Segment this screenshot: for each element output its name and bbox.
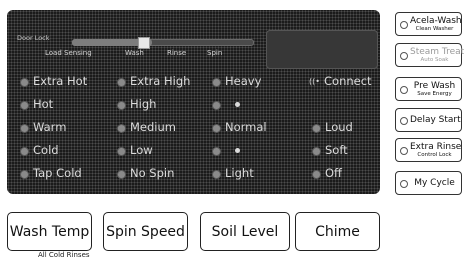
led-icon — [400, 52, 408, 60]
led-icon — [212, 170, 221, 179]
option-low: Low — [130, 143, 153, 157]
option-normal: Normal — [225, 120, 267, 134]
acela-wash-button[interactable]: Acela-Wash Clean Washer — [395, 12, 462, 36]
delay-start-label: Delay Start — [410, 115, 461, 125]
led-icon — [117, 101, 126, 110]
chime-button[interactable]: Chime — [295, 212, 380, 251]
led-icon — [400, 21, 408, 29]
led-icon — [117, 170, 126, 179]
pre-wash-button[interactable]: Pre Wash Save Energy — [395, 77, 462, 101]
extra-rinse-sublabel: Control Lock — [417, 152, 452, 158]
led-icon — [117, 124, 126, 133]
steam-treat-sublabel: Auto Soak — [420, 57, 449, 63]
delay-start-button[interactable]: Delay Start — [395, 108, 462, 132]
my-cycle-label: My Cycle — [414, 178, 455, 188]
stage-rinse: Rinse — [167, 49, 187, 57]
led-icon — [117, 147, 126, 156]
pre-wash-sublabel: Save Energy — [417, 91, 452, 97]
option-warm: Warm — [33, 120, 67, 134]
all-cold-rinses-note: All Cold Rinses — [38, 251, 90, 259]
led-icon — [20, 170, 29, 179]
option-heavy: Heavy — [225, 74, 262, 88]
option-high: High — [130, 97, 157, 111]
cycle-progress-marker — [138, 37, 150, 49]
led-icon — [400, 180, 408, 188]
option-hot: Hot — [33, 97, 54, 111]
spin-speed-button[interactable]: Spin Speed — [103, 212, 188, 251]
wash-temp-button[interactable]: Wash Temp — [7, 212, 92, 251]
led-icon — [400, 147, 408, 155]
led-icon — [400, 117, 408, 125]
extra-rinse-button[interactable]: Extra Rinse Control Lock — [395, 138, 462, 162]
option-tap-cold: Tap Cold — [33, 166, 82, 180]
option-connect: Connect — [324, 74, 372, 88]
led-icon — [20, 147, 29, 156]
acela-wash-label: Acela-Wash — [410, 16, 462, 26]
led-icon — [212, 78, 221, 87]
option-cold: Cold — [33, 143, 59, 157]
option-no-spin: No Spin — [130, 166, 175, 180]
led-icon — [312, 147, 321, 156]
wifi-icon: ((• — [309, 77, 320, 86]
time-display-window — [266, 30, 378, 69]
led-icon — [117, 78, 126, 87]
acela-wash-sublabel: Clean Washer — [415, 26, 454, 32]
option-extra-high: Extra High — [130, 74, 191, 88]
door-lock-indicator: Door Lock — [17, 34, 50, 42]
stage-wash: Wash — [125, 49, 144, 57]
bullet-icon — [235, 148, 240, 153]
option-light: Light — [225, 166, 254, 180]
stage-load-sensing: Load Sensing — [45, 49, 92, 57]
option-medium: Medium — [130, 120, 176, 134]
pre-wash-label: Pre Wash — [413, 81, 456, 91]
my-cycle-button[interactable]: My Cycle — [395, 171, 462, 195]
led-icon — [20, 124, 29, 133]
control-panel-display: Door Lock Load Sensing Wash Rinse Spin E… — [7, 10, 380, 194]
soil-level-button[interactable]: Soil Level — [200, 212, 290, 251]
led-icon — [212, 147, 221, 156]
led-icon — [212, 101, 221, 110]
steam-treat-label: Steam Treat — [410, 47, 465, 57]
led-icon — [20, 101, 29, 110]
led-icon — [312, 124, 321, 133]
option-off: Off — [325, 166, 342, 180]
bullet-icon — [235, 102, 240, 107]
option-soft: Soft — [325, 143, 348, 157]
stage-spin: Spin — [207, 49, 223, 57]
led-icon — [20, 78, 29, 87]
steam-treat-button[interactable]: Steam Treat Auto Soak — [395, 43, 465, 67]
led-icon — [400, 86, 408, 94]
option-loud: Loud — [325, 120, 353, 134]
led-icon — [212, 124, 221, 133]
extra-rinse-label: Extra Rinse — [410, 142, 462, 152]
option-extra-hot: Extra Hot — [33, 74, 88, 88]
led-icon — [312, 170, 321, 179]
